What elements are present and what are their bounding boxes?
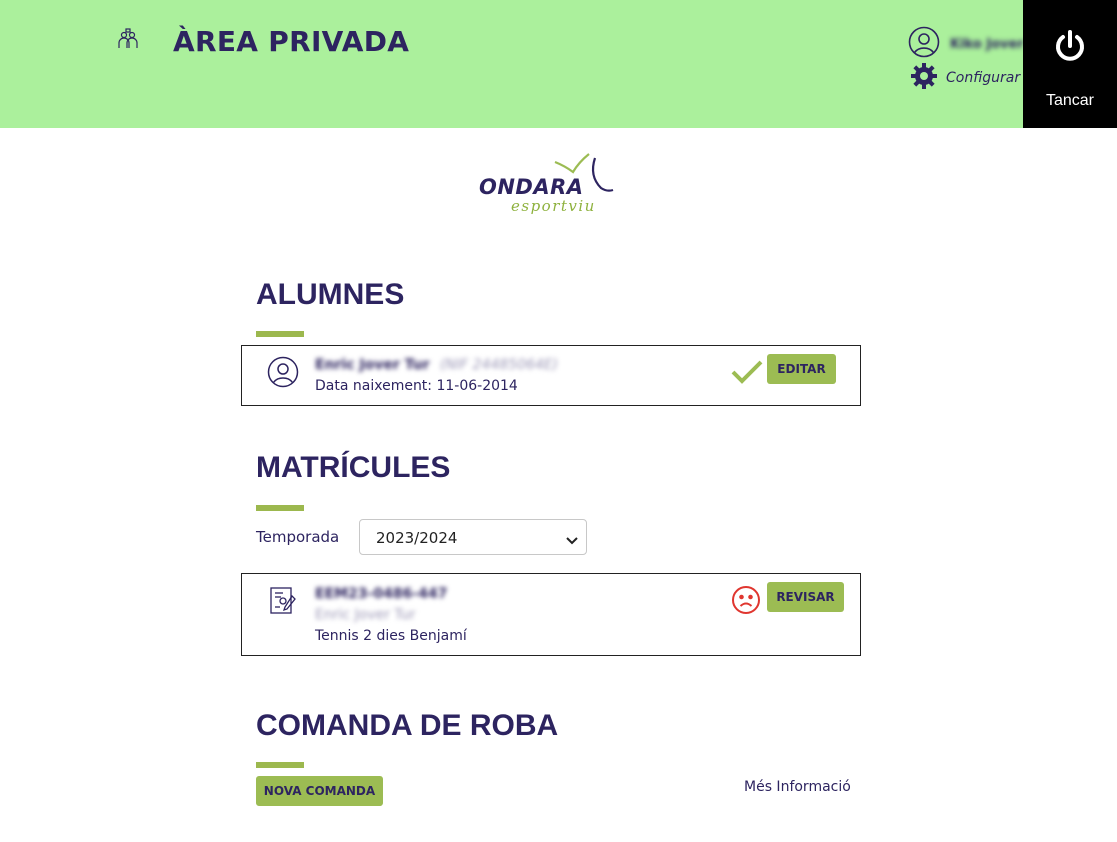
user-profile-link[interactable]: Kiko Jover [908, 26, 1024, 62]
enrollment-student: Enric Jover Tur [315, 607, 416, 623]
student-name: Enric Jover Tur [315, 357, 430, 373]
comanda-underline [256, 762, 304, 768]
ondara-logo: ONDARA esportviu [477, 152, 627, 224]
comanda-title: COMANDA DE ROBA [256, 709, 559, 742]
review-enrollment-button[interactable]: REVISAR [767, 582, 844, 612]
logo-tagline: esportviu [511, 197, 596, 215]
student-avatar-icon [267, 356, 299, 392]
student-nif: (NIF 24485064E) [439, 357, 559, 373]
configure-label: Configurar [946, 70, 1021, 86]
season-label: Temporada [256, 528, 340, 546]
configure-link[interactable]: Configurar [910, 62, 1020, 94]
student-card: Enric Jover Tur (NIF 24485064E) Data nai… [241, 345, 861, 406]
enrollment-card: EEM23-0486-447 Enric Jover Tur Tennis 2 … [241, 573, 861, 656]
user-avatar-icon [908, 26, 940, 62]
new-order-button[interactable]: NOVA COMANDA [256, 776, 383, 806]
student-birthdate: Data naixement: 11-06-2014 [315, 378, 518, 394]
season-select[interactable]: 2023/2024 [359, 519, 587, 555]
edit-student-button[interactable]: EDITAR [767, 354, 836, 384]
enrollment-code: EEM23-0486-447 [315, 586, 448, 602]
document-certificate-icon [268, 586, 298, 620]
power-icon [1056, 30, 1084, 61]
page-title: ÀREA PRIVADA [173, 25, 410, 58]
matricules-title: MATRÍCULES [256, 451, 451, 484]
gear-icon [910, 62, 938, 94]
check-icon [731, 360, 763, 388]
user-name: Kiko Jover [950, 36, 1024, 52]
student-name-row: Enric Jover Tur (NIF 24485064E) [315, 357, 558, 373]
students-icon [117, 28, 139, 50]
alumnes-title: ALUMNES [256, 278, 405, 311]
logout-button[interactable]: Tancar [1023, 0, 1117, 128]
header-bar: ÀREA PRIVADA Kiko Jover Configurar Tanca… [0, 0, 1117, 128]
chevron-down-icon [566, 532, 578, 550]
season-select-value: 2023/2024 [376, 529, 458, 547]
matricules-underline [256, 505, 304, 511]
more-info-link[interactable]: Més Informació [744, 779, 851, 795]
sad-face-icon [731, 585, 761, 619]
logout-label: Tancar [1045, 92, 1095, 109]
enrollment-course: Tennis 2 dies Benjamí [315, 628, 467, 644]
logo-brand: ONDARA [479, 175, 584, 199]
alumnes-underline [256, 331, 304, 337]
